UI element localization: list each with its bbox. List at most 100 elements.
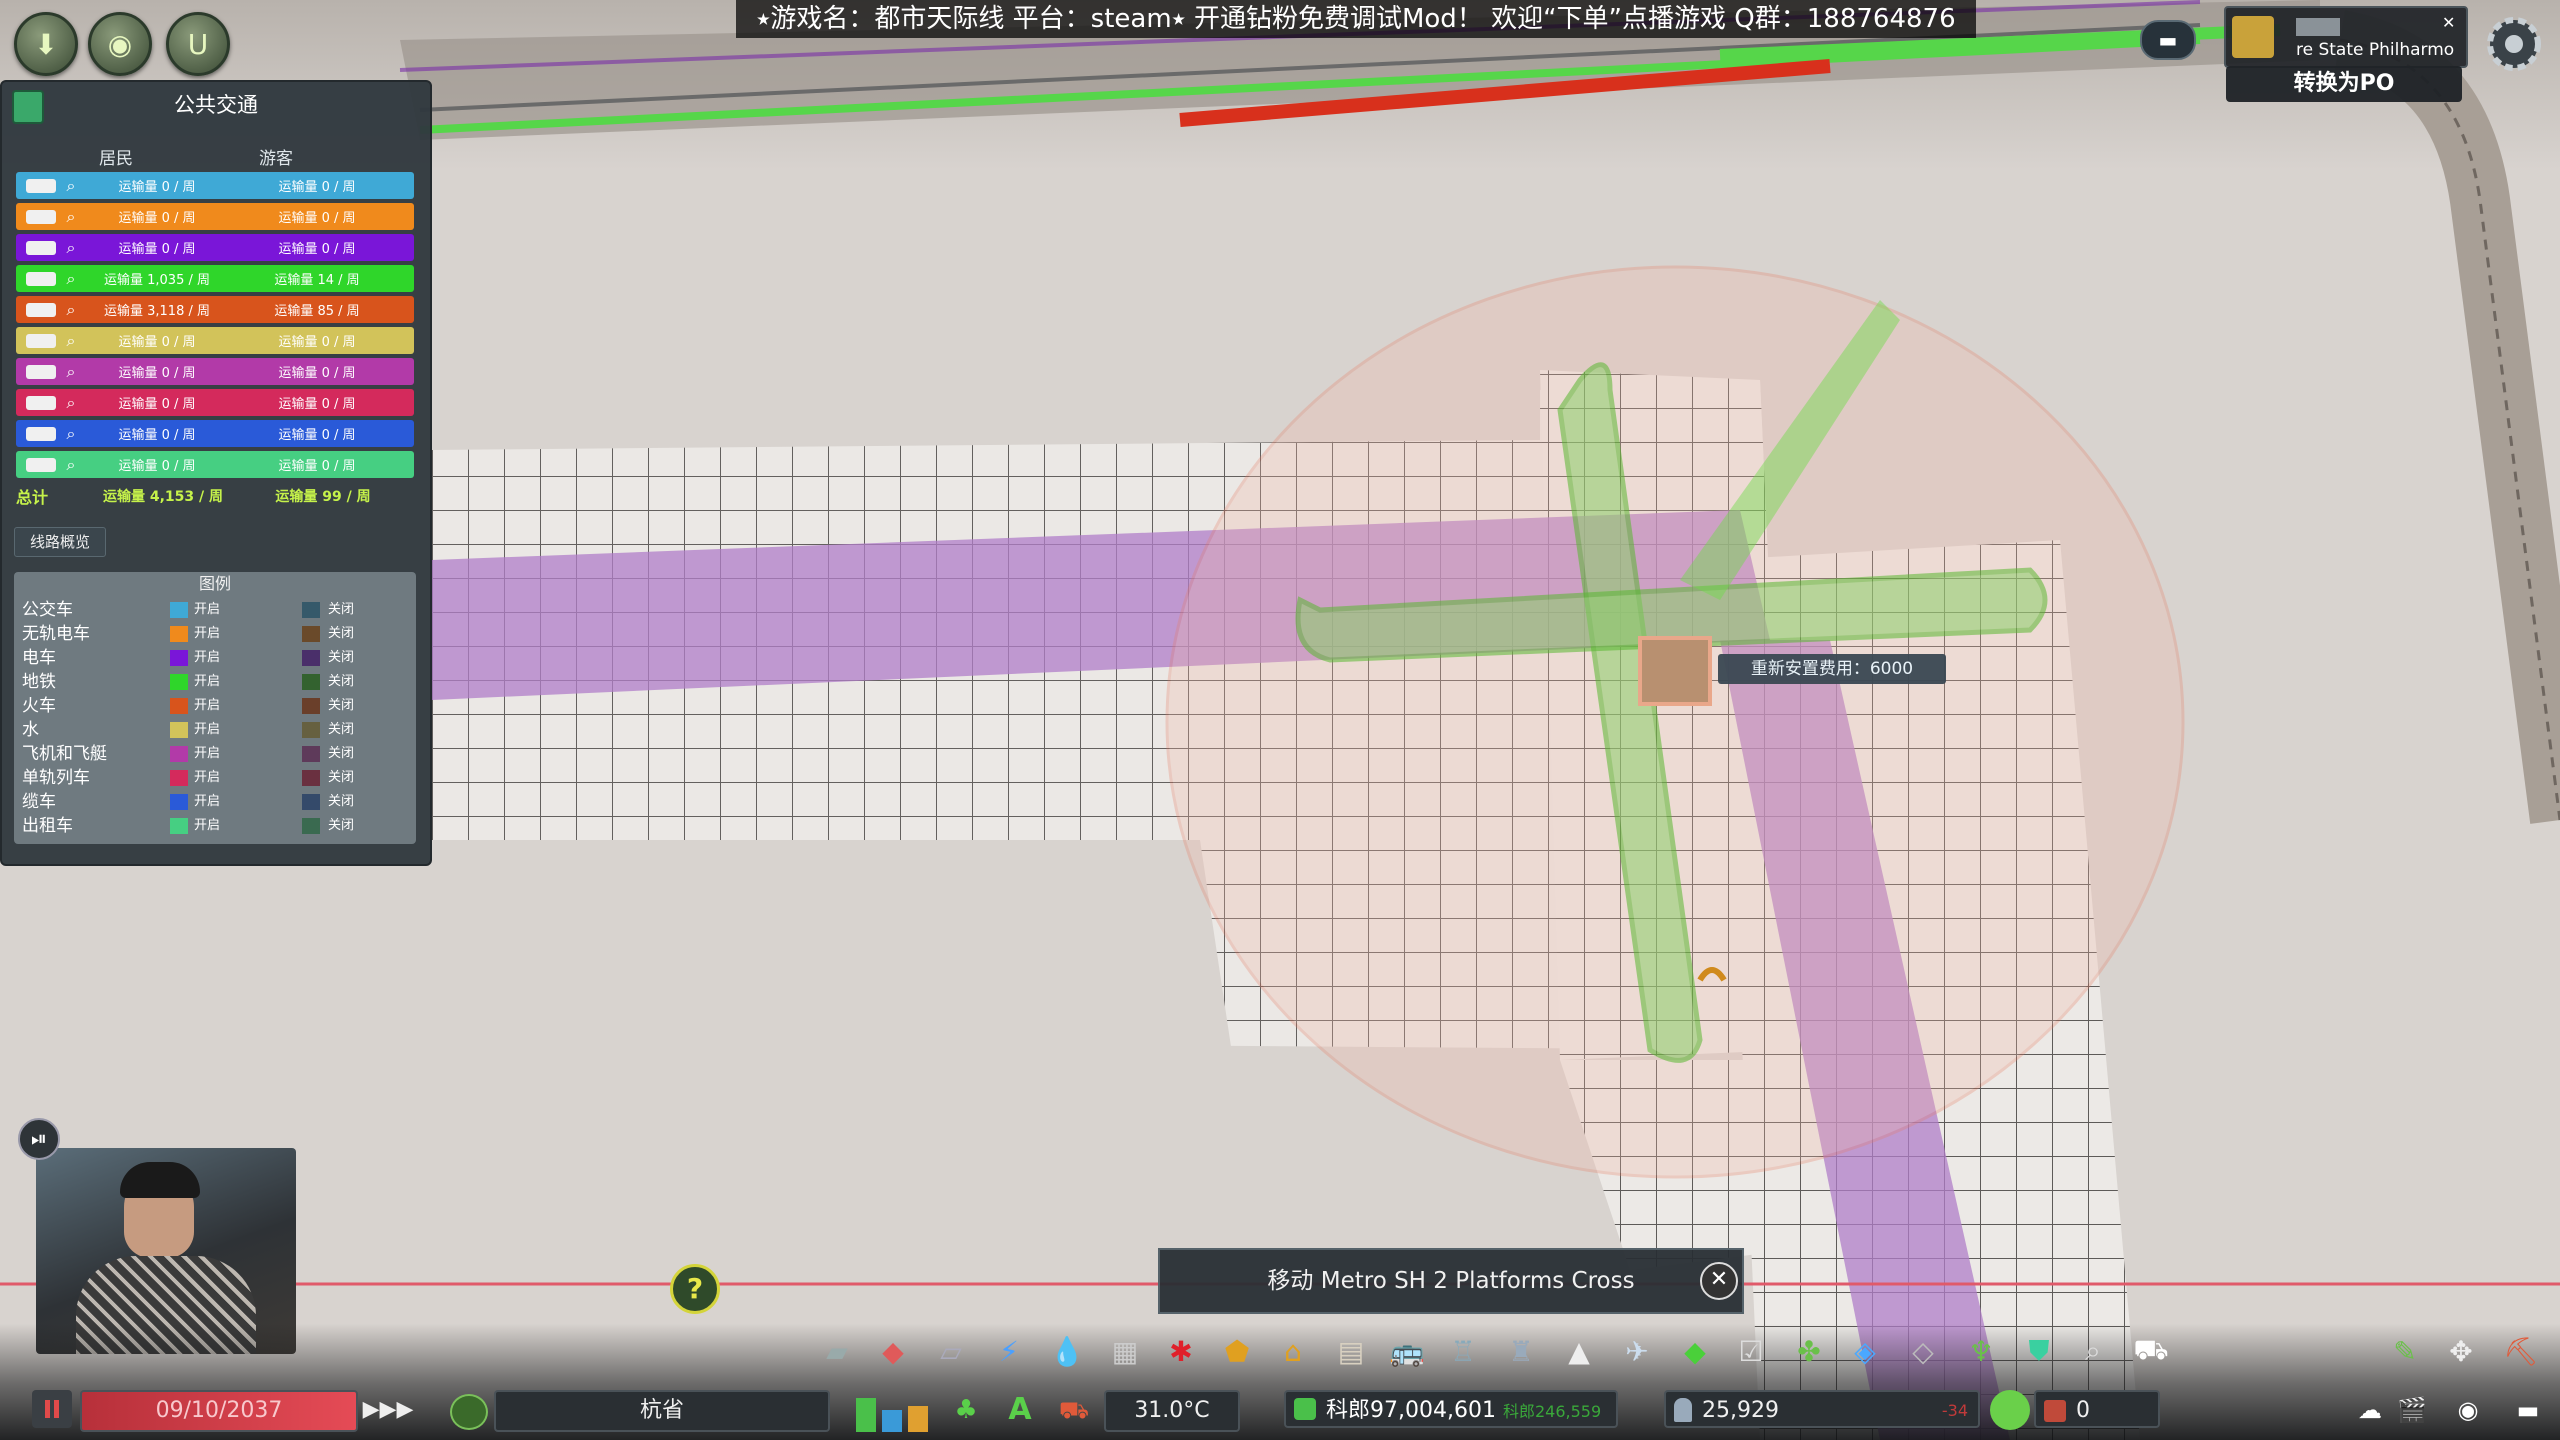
magnifier-icon[interactable]: ⌕ [60,362,82,382]
info-card-tab[interactable] [2296,18,2340,36]
legend-off-swatch[interactable] [302,770,320,786]
legend-row[interactable]: 火车 开启 关闭 [22,694,414,718]
legend-off-swatch[interactable] [302,626,320,642]
bulldozer-icon[interactable]: ⛏ [2500,1330,2542,1372]
transport-row[interactable]: ⌕ 运输量 0 / 周 运输量 0 / 周 [16,389,414,416]
parks-tool-icon[interactable]: ♖ [1442,1330,1484,1372]
legend-off-swatch[interactable] [302,818,320,834]
legend-row[interactable]: 飞机和飞艇 开启 关闭 [22,742,414,766]
magnifier-icon[interactable]: ⌕ [60,238,82,258]
legend-on-swatch[interactable] [170,602,188,618]
roads-tool-icon[interactable]: ▰ [816,1330,858,1372]
legend-off-swatch[interactable] [302,674,320,690]
magnifier-icon[interactable]: ⌕ [60,207,82,227]
legend-on-swatch[interactable] [170,674,188,690]
settings-gear-icon[interactable] [2486,16,2542,72]
decoration-tool-icon[interactable]: ◆ [1674,1330,1716,1372]
districts-tool-icon[interactable]: ▱ [930,1330,972,1372]
transport-row[interactable]: ⌕ 运输量 0 / 周 运输量 0 / 周 [16,327,414,354]
play-pause-skip-icon[interactable]: ⏯ [18,1118,60,1160]
clapperboard-icon[interactable]: 🎬 [2392,1392,2432,1428]
chirper-icon[interactable]: ◉ [88,12,152,76]
convert-po-button[interactable]: 转换为PO [2226,66,2462,102]
weather-icon[interactable]: ☁ [2350,1392,2390,1428]
monuments-tool-icon[interactable]: ♜ [1500,1330,1542,1372]
magnifier-icon[interactable]: ⌕ [60,455,82,475]
education-tool-icon[interactable]: ▤ [1330,1330,1372,1372]
close-icon[interactable]: ✕ [2442,14,2460,32]
transport-row[interactable]: ⌕ 运输量 0 / 周 运输量 0 / 周 [16,172,414,199]
legend-row[interactable]: 水 开启 关闭 [22,718,414,742]
camera-icon[interactable]: ▬ [2140,20,2196,60]
search-icon[interactable]: ⌕ [2072,1330,2114,1372]
legend-row[interactable]: 出租车 开启 关闭 [22,814,414,838]
legend-on-swatch[interactable] [170,698,188,714]
transport-row[interactable]: ⌕ 运输量 3,118 / 周 运输量 85 / 周 [16,296,414,323]
magnifier-icon[interactable]: ⌕ [60,331,82,351]
shield-icon[interactable]: ⛊ [2018,1330,2060,1372]
transport-row[interactable]: ⌕ 运输量 0 / 周 运输量 0 / 周 [16,451,414,478]
magnifier-icon[interactable]: ⌕ [60,176,82,196]
free-camera-icon[interactable]: ▬ [2508,1392,2548,1428]
legend-row[interactable]: 无轨电车 开启 关闭 [22,622,414,646]
legend-row[interactable]: 公交车 开启 关闭 [22,598,414,622]
legend-off-swatch[interactable] [302,650,320,666]
forest-tool-icon[interactable]: ♆ [1960,1330,2002,1372]
magnifier-icon[interactable]: ⌕ [60,393,82,413]
disasters-tool-icon[interactable]: ✈ [1616,1330,1658,1372]
electricity-tool-icon[interactable]: ⚡ [988,1330,1030,1372]
transport-row[interactable]: ⌕ 运输量 0 / 周 运输量 0 / 周 [16,358,414,385]
legend-on-swatch[interactable] [170,650,188,666]
legend-on-swatch[interactable] [170,626,188,642]
water-terrain-tool-icon[interactable]: ◈ [1844,1330,1886,1372]
legend-off-swatch[interactable] [302,794,320,810]
magnifier-icon[interactable]: ⌕ [60,300,82,320]
transport-row[interactable]: ⌕ 运输量 1,035 / 周 运输量 14 / 周 [16,265,414,292]
move-arrows-icon[interactable]: ✥ [2440,1330,2482,1372]
unlock-icon[interactable]: U [166,12,230,76]
screenshot-camera-icon[interactable]: ◉ [2448,1392,2488,1428]
legend-row[interactable]: 地铁 开启 关闭 [22,670,414,694]
transport-row[interactable]: ⌕ 运输量 0 / 周 运输量 0 / 周 [16,420,414,447]
bus-icon[interactable]: ⛟ [2130,1330,2172,1372]
garbage-tool-icon[interactable]: ▦ [1104,1330,1146,1372]
legend-row[interactable]: 单轨列车 开启 关闭 [22,766,414,790]
water-tool-icon[interactable]: 💧 [1046,1330,1088,1372]
city-name[interactable]: 杭省 [494,1390,830,1432]
transport-row[interactable]: ⌕ 运输量 0 / 周 运输量 0 / 周 [16,203,414,230]
traffic-icon[interactable]: ⛟ [1054,1390,1094,1430]
legend-on-swatch[interactable] [170,794,188,810]
happiness-display[interactable]: 0 [2034,1390,2160,1428]
download-icon[interactable]: ⬇ [14,12,78,76]
police-tool-icon[interactable]: ⌂ [1272,1330,1314,1372]
legend-row[interactable]: 电车 开启 关闭 [22,646,414,670]
tree-tool-icon[interactable]: ✤ [1788,1330,1830,1372]
legend-off-swatch[interactable] [302,746,320,762]
population-display[interactable]: 25,929 -34 [1664,1390,1980,1428]
fast-forward-icon[interactable]: ▶▶▶ [362,1392,414,1428]
magnifier-icon[interactable]: ⌕ [60,424,82,444]
legend-on-swatch[interactable] [170,722,188,738]
legend-row[interactable]: 缆车 开启 关闭 [22,790,414,814]
trees-icon[interactable]: ♣ [946,1390,986,1430]
route-overview-button[interactable]: 线路概览 [14,527,106,557]
money-display[interactable]: 科郎97,004,601 科郎246,559 [1284,1390,1618,1428]
brush-icon[interactable]: ✎ [2384,1330,2426,1372]
transport-row[interactable]: ⌕ 运输量 0 / 周 运输量 0 / 周 [16,234,414,261]
policies-tool-icon[interactable]: ☑ [1730,1330,1772,1372]
legend-on-swatch[interactable] [170,746,188,762]
legend-off-swatch[interactable] [302,602,320,618]
milestone-a-icon[interactable]: A [1000,1390,1040,1430]
pause-button[interactable] [32,1390,72,1428]
zoning-tool-icon[interactable]: ◆ [872,1330,914,1372]
landscaping-tool-icon[interactable]: ▲ [1558,1330,1600,1372]
building-info-card[interactable]: ✕ re State Philharmo [2224,6,2468,68]
bulldozer-area-icon[interactable]: ◇ [1902,1330,1944,1372]
magnifier-icon[interactable]: ⌕ [60,269,82,289]
chirper-bird-icon[interactable] [450,1394,488,1430]
transport-tool-icon[interactable]: 🚌 [1386,1330,1428,1372]
legend-off-swatch[interactable] [302,698,320,714]
fire-tool-icon[interactable]: ⬟ [1216,1330,1258,1372]
healthcare-tool-icon[interactable]: ✱ [1160,1330,1202,1372]
legend-on-swatch[interactable] [170,770,188,786]
